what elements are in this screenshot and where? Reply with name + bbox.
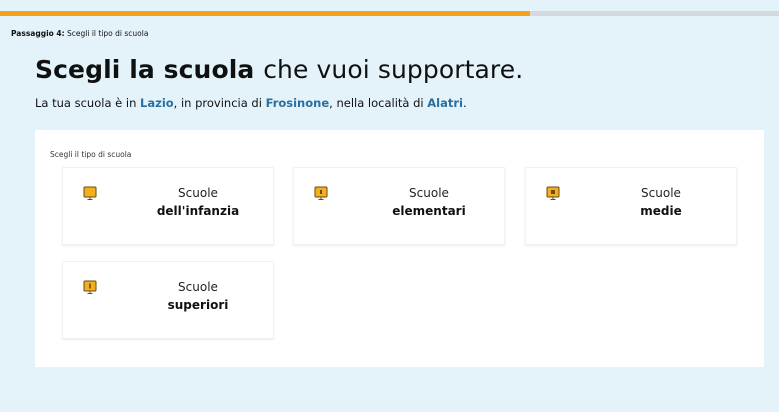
location-text-4: . (462, 96, 467, 110)
card-line1: Scuole (641, 186, 681, 200)
card-line1: Scuole (409, 186, 449, 200)
school-board-icon (83, 280, 97, 294)
step-indicator: Passaggio 4: Scegli il tipo di scuola (11, 29, 148, 38)
progress-fill (0, 11, 530, 16)
card-line2: superiori (167, 298, 229, 312)
location-text-3: , nella località di (329, 96, 428, 110)
step-number: Passaggio 4: (11, 29, 65, 38)
page-title: Scegli la scuola che vuoi supportare. (35, 55, 523, 84)
card-text: Scuole dell'infanzia (123, 184, 273, 220)
progress-bar (0, 11, 779, 16)
location-text-2: , in provincia di (173, 96, 266, 110)
school-card-elementari[interactable]: Scuole elementari (293, 167, 505, 245)
card-text: Scuole superiori (123, 278, 273, 314)
school-card-infanzia[interactable]: Scuole dell'infanzia (62, 167, 274, 245)
school-card-superiori[interactable]: Scuole superiori (62, 261, 274, 339)
card-line1: Scuole (178, 280, 218, 294)
town-link[interactable]: Alatri (427, 96, 463, 110)
card-text: Scuole elementari (354, 184, 504, 220)
school-board-icon (314, 186, 328, 200)
page-title-bold: Scegli la scuola (35, 55, 255, 84)
card-line2: elementari (392, 204, 466, 218)
card-line2: medie (640, 204, 682, 218)
panel-label: Scegli il tipo di scuola (50, 150, 132, 159)
region-link[interactable]: Lazio (140, 96, 174, 110)
school-card-medie[interactable]: Scuole medie (525, 167, 737, 245)
province-link[interactable]: Frosinone (266, 96, 330, 110)
school-board-icon (83, 186, 97, 200)
page-title-rest: che vuoi supportare. (263, 55, 524, 84)
location-summary: La tua scuola è in Lazio, in provincia d… (35, 96, 467, 110)
card-line1: Scuole (178, 186, 218, 200)
school-board-icon (546, 186, 560, 200)
step-text: Scegli il tipo di scuola (67, 29, 149, 38)
card-line2: dell'infanzia (156, 204, 240, 218)
school-type-panel: Scegli il tipo di scuola Scuole dell'inf… (35, 130, 764, 367)
location-text-1: La tua scuola è in (35, 96, 141, 110)
card-text: Scuole medie (586, 184, 736, 220)
